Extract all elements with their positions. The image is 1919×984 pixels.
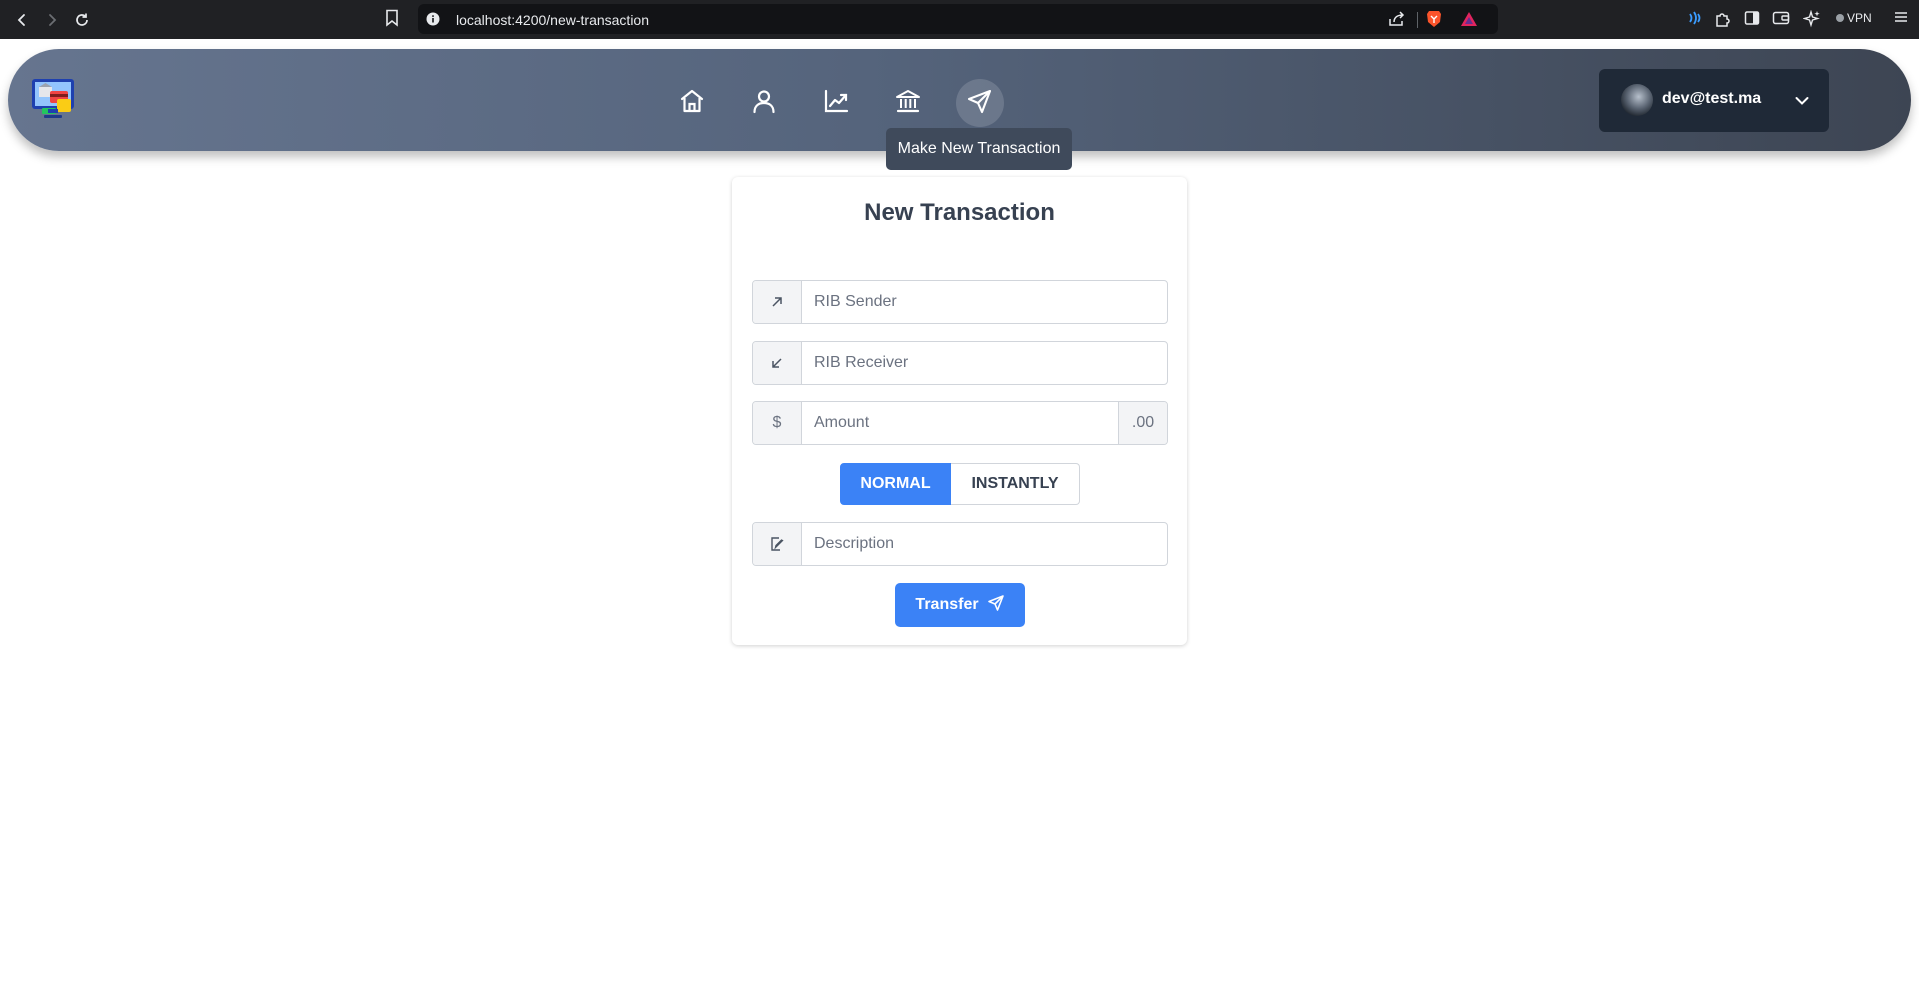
rib-sender-field xyxy=(752,280,1168,324)
description-field xyxy=(752,522,1168,566)
forward-icon[interactable] xyxy=(41,9,63,31)
chevron-down-icon[interactable] xyxy=(1794,93,1810,114)
send-icon xyxy=(987,594,1005,617)
nav-bank[interactable] xyxy=(884,79,932,127)
arrow-up-right-icon xyxy=(753,281,802,323)
arrow-down-left-icon xyxy=(753,342,802,384)
amount-suffix: .00 xyxy=(1118,402,1167,444)
user-menu[interactable]: dev@test.ma xyxy=(1599,69,1829,132)
currency-prefix: $ xyxy=(753,402,802,444)
nav-tooltip: Make New Transaction xyxy=(886,128,1072,170)
amount-field: $ .00 xyxy=(752,401,1168,445)
chart-line-icon xyxy=(822,87,850,120)
leo-icon[interactable] xyxy=(1687,10,1703,26)
nav-analytics[interactable] xyxy=(812,79,860,127)
extensions-icon[interactable] xyxy=(1714,10,1732,28)
user-icon xyxy=(750,87,778,120)
brave-shields-icon[interactable] xyxy=(1426,10,1442,28)
avatar xyxy=(1621,84,1653,116)
site-info-icon[interactable] xyxy=(426,12,440,26)
share-icon[interactable] xyxy=(1388,11,1406,27)
app-logo[interactable] xyxy=(30,75,76,121)
type-instantly-button[interactable]: INSTANTLY xyxy=(951,463,1080,505)
transfer-button[interactable]: Transfer xyxy=(895,583,1025,627)
type-normal-button[interactable]: NORMAL xyxy=(840,463,951,505)
wallet-icon[interactable] xyxy=(1772,10,1790,26)
nav-home[interactable] xyxy=(668,79,716,127)
edit-icon xyxy=(753,523,802,565)
bookmark-icon[interactable] xyxy=(385,9,399,27)
menu-icon[interactable] xyxy=(1894,10,1908,24)
user-email: dev@test.ma xyxy=(1662,90,1762,107)
divider xyxy=(1417,12,1418,28)
home-icon xyxy=(678,87,706,120)
rib-sender-input[interactable] xyxy=(802,281,1167,323)
vpn-button[interactable]: VPN xyxy=(1836,11,1872,25)
rib-receiver-field xyxy=(752,341,1168,385)
sidebar-icon[interactable] xyxy=(1744,10,1760,26)
rib-receiver-input[interactable] xyxy=(802,342,1167,384)
vpn-label: VPN xyxy=(1847,11,1872,25)
transaction-type-toggle: NORMAL INSTANTLY xyxy=(840,463,1080,505)
amount-input[interactable] xyxy=(802,402,1118,444)
ai-sparkle-icon[interactable] xyxy=(1803,10,1821,28)
page-title: New Transaction xyxy=(864,199,1055,226)
address-bar[interactable]: localhost:4200/new-transaction xyxy=(418,4,1498,34)
nav-new-transaction[interactable] xyxy=(956,79,1004,127)
url-text[interactable]: localhost:4200/new-transaction xyxy=(456,12,649,28)
nav-profile[interactable] xyxy=(740,79,788,127)
send-icon xyxy=(966,87,994,120)
description-input[interactable] xyxy=(802,523,1167,565)
reload-icon[interactable] xyxy=(71,9,93,31)
back-icon[interactable] xyxy=(11,9,33,31)
bank-icon xyxy=(894,87,922,120)
browser-toolbar: localhost:4200/new-transaction VPN xyxy=(0,0,1919,39)
new-transaction-card: New Transaction $ .00 NORMAL INSTANTLY T… xyxy=(732,177,1187,645)
transfer-label: Transfer xyxy=(915,596,979,613)
vpn-status-icon xyxy=(1836,14,1844,22)
brave-rewards-icon[interactable] xyxy=(1460,11,1478,27)
